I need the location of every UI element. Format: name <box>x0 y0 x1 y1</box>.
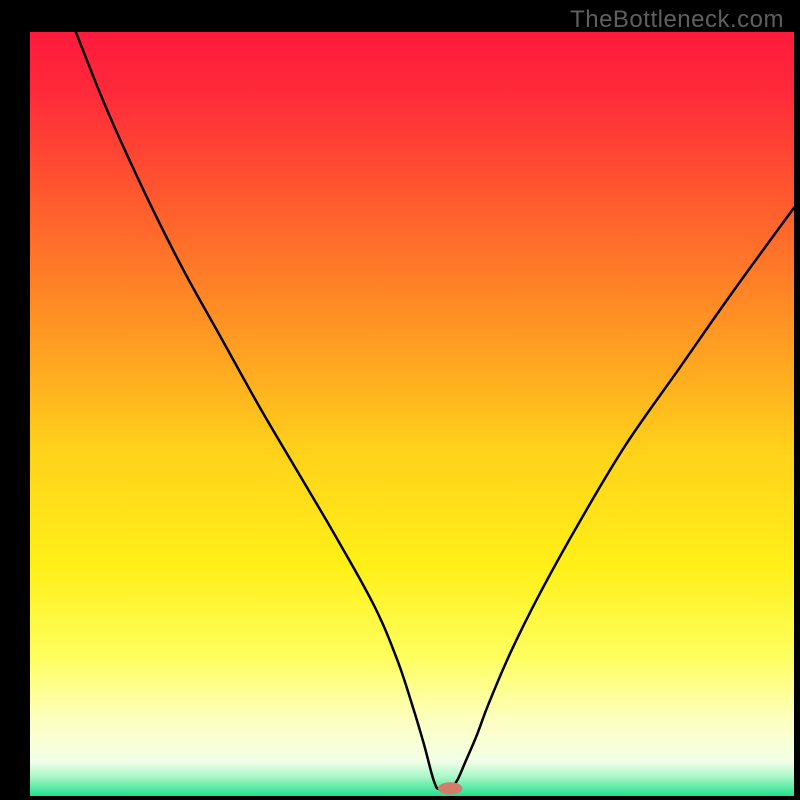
chart-frame: TheBottleneck.com <box>0 0 800 800</box>
minimum-marker <box>438 782 462 794</box>
gradient-background <box>30 32 794 796</box>
plot-svg <box>30 32 794 796</box>
watermark-text: TheBottleneck.com <box>570 6 784 34</box>
plot-area <box>30 32 794 796</box>
